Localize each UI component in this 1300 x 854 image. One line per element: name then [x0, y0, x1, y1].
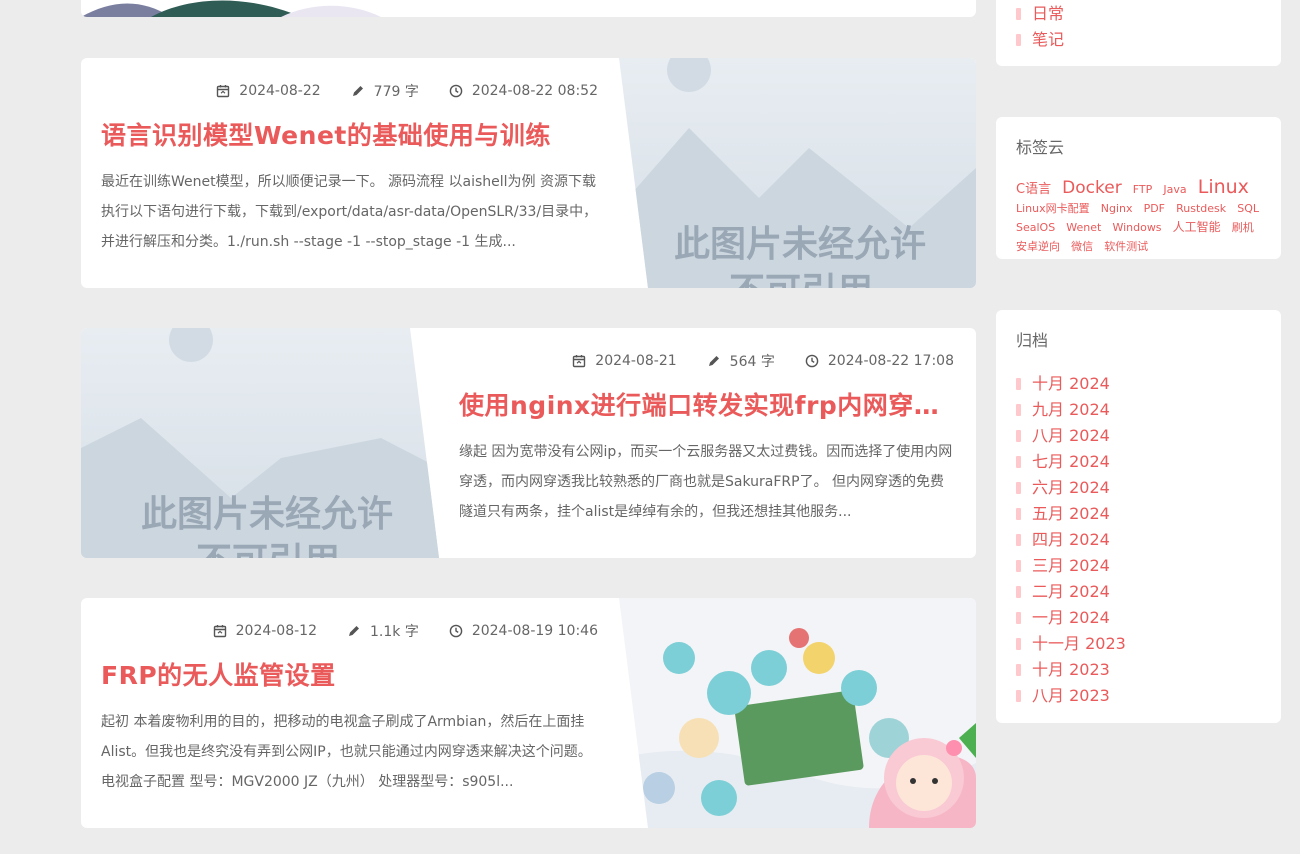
post-card-wenet[interactable]: 2024-08-22 779 字 2024-08-22 08:52 语言识别模型…: [81, 58, 976, 288]
calendar-icon: [217, 85, 230, 98]
post-updated-text: 2024-08-19 10:46: [471, 623, 598, 639]
post-date: 2024-08-21: [572, 353, 677, 369]
clock-icon: [449, 624, 463, 638]
tag-link[interactable]: SQL: [1237, 202, 1259, 215]
thumbnail-watermark: 此图片未经允许: [674, 224, 926, 265]
archive-item[interactable]: 六月 2024: [1016, 475, 1126, 501]
archive-item[interactable]: 七月 2024: [1016, 449, 1126, 475]
archive-item[interactable]: 二月 2024: [1016, 579, 1126, 605]
tag-link[interactable]: 刷机: [1232, 221, 1254, 234]
post-excerpt: 缘起 因为宽带没有公网ip，而买一个云服务器又太过费钱。因而选择了使用内网穿透，…: [459, 444, 953, 520]
tag-cloud-title: 标签云: [1016, 138, 1065, 157]
tag-link[interactable]: 人工智能: [1173, 220, 1221, 234]
post-word-count: 1.1k 字: [347, 621, 419, 641]
archive-widget: 归档 十月 2024 九月 2024 八月 2024 七月 2024 六月 2024 五月…: [996, 310, 1281, 723]
post-meta: 2024-08-22 779 字 2024-08-22 08:52: [101, 80, 598, 102]
post-card-frp-unattended[interactable]: 2024-08-12 1.1k 字 2024-08-19 10:46 FRP的无…: [81, 598, 976, 828]
tag-link[interactable]: Linux网卡配置: [1016, 202, 1090, 215]
post-date-text: 2024-08-21: [595, 353, 677, 369]
post-updated: 2024-08-22 17:08: [805, 353, 954, 369]
post-thumbnail[interactable]: 此图片未经允许 不可引用: [81, 328, 439, 558]
post-thumbnail[interactable]: 此图片未经允许 不可引用: [619, 58, 976, 288]
post-word-count-text: 1.1k 字: [370, 624, 419, 640]
post-content: 2024-08-12 1.1k 字 2024-08-19 10:46 FRP的无…: [101, 598, 598, 797]
tag-link[interactable]: Wenet: [1066, 221, 1101, 234]
post-word-count-text: 779 字: [373, 84, 419, 100]
tag-link[interactable]: Java: [1163, 183, 1186, 196]
category-item-daily[interactable]: 日常: [1016, 1, 1064, 27]
thumbnail-watermark: 此图片未经允许: [141, 494, 393, 535]
archive-item[interactable]: 十一月 2023: [1016, 631, 1126, 657]
post-date: 2024-08-12: [213, 623, 317, 639]
post-excerpt: 起初 本着废物利用的目的，把移动的电视盒子刷成了Armbian，然后在上面挂Al…: [101, 714, 592, 790]
post-updated: 2024-08-19 10:46: [449, 623, 598, 639]
post-excerpt: 最近在训练Wenet模型，所以顺便记录一下。 源码流程 以aishell为例 资…: [101, 174, 598, 250]
tag-cloud: C语言 Docker FTP Java Linux Linux网卡配置 Ngin…: [1016, 176, 1266, 255]
post-updated: 2024-08-22 08:52: [449, 83, 598, 99]
post-title[interactable]: 使用nginx进行端口转发实现frp内网穿透...: [459, 386, 954, 422]
pencil-icon: [349, 626, 359, 636]
calendar-icon: [213, 625, 226, 638]
post-meta: 2024-08-12 1.1k 字 2024-08-19 10:46: [101, 620, 598, 642]
archive-item[interactable]: 五月 2024: [1016, 501, 1126, 527]
tag-link[interactable]: 软件测试: [1104, 240, 1148, 253]
post-card-nginx-frp[interactable]: 此图片未经允许 不可引用 2024-08-21 564 字 2024-08-22…: [81, 328, 976, 558]
thumbnail-watermark-2: 不可引用: [729, 271, 873, 288]
previous-post-card[interactable]: [81, 0, 976, 17]
post-word-count-text: 564 字: [729, 354, 775, 370]
categories-widget: 日常 笔记: [996, 0, 1281, 66]
post-title[interactable]: 语言识别模型Wenet的基础使用与训练: [101, 116, 598, 152]
archive-item[interactable]: 十月 2024: [1016, 371, 1126, 397]
post-title[interactable]: FRP的无人监管设置: [101, 656, 598, 692]
post-date-text: 2024-08-12: [235, 623, 317, 639]
pencil-icon: [352, 86, 363, 96]
clock-icon: [805, 354, 819, 368]
tag-link[interactable]: Windows: [1112, 221, 1161, 234]
calendar-icon: [573, 355, 586, 368]
archive-item[interactable]: 八月 2023: [1016, 683, 1126, 709]
post-date-text: 2024-08-22: [239, 83, 321, 99]
tag-link[interactable]: Docker: [1062, 178, 1122, 198]
tag-link[interactable]: 安卓逆向: [1016, 240, 1060, 253]
post-thumbnail-anime-illustration[interactable]: [619, 598, 976, 828]
archive-item[interactable]: 一月 2024: [1016, 605, 1126, 631]
tag-cloud-widget: 标签云 C语言 Docker FTP Java Linux Linux网卡配置 …: [996, 117, 1281, 259]
tag-link[interactable]: FTP: [1133, 183, 1153, 196]
post-date: 2024-08-22: [216, 83, 321, 99]
post-content: 2024-08-22 779 字 2024-08-22 08:52 语言识别模型…: [101, 58, 598, 257]
tag-link[interactable]: 微信: [1071, 240, 1093, 253]
tag-link[interactable]: PDF: [1144, 202, 1165, 215]
thumbnail-watermark-2: 不可引用: [196, 541, 340, 558]
category-item-notes[interactable]: 笔记: [1016, 27, 1064, 53]
post-word-count: 779 字: [351, 81, 419, 101]
category-list: 日常 笔记: [1016, 1, 1064, 53]
pencil-icon: [708, 356, 719, 366]
tag-link[interactable]: Nginx: [1101, 202, 1133, 215]
clock-icon: [449, 84, 463, 98]
post-updated-text: 2024-08-22 08:52: [471, 83, 598, 99]
previous-post-thumbnail: [81, 0, 381, 17]
post-word-count: 564 字: [707, 351, 775, 371]
archive-item[interactable]: 三月 2024: [1016, 553, 1126, 579]
tag-link[interactable]: Rustdesk: [1176, 202, 1226, 215]
post-updated-text: 2024-08-22 17:08: [827, 353, 954, 369]
archive-title: 归档: [1016, 331, 1049, 350]
tag-link[interactable]: SealOS: [1016, 221, 1055, 234]
post-content: 2024-08-21 564 字 2024-08-22 17:08 使用ngin…: [459, 328, 954, 527]
archive-item[interactable]: 四月 2024: [1016, 527, 1126, 553]
tag-link[interactable]: C语言: [1016, 182, 1051, 197]
post-meta: 2024-08-21 564 字 2024-08-22 17:08: [459, 350, 954, 372]
archive-list: 十月 2024 九月 2024 八月 2024 七月 2024 六月 2024 五月 20…: [1016, 371, 1126, 709]
archive-item[interactable]: 八月 2024: [1016, 423, 1126, 449]
archive-item[interactable]: 十月 2023: [1016, 657, 1126, 683]
tag-link[interactable]: Linux: [1198, 176, 1249, 198]
archive-item[interactable]: 九月 2024: [1016, 397, 1126, 423]
